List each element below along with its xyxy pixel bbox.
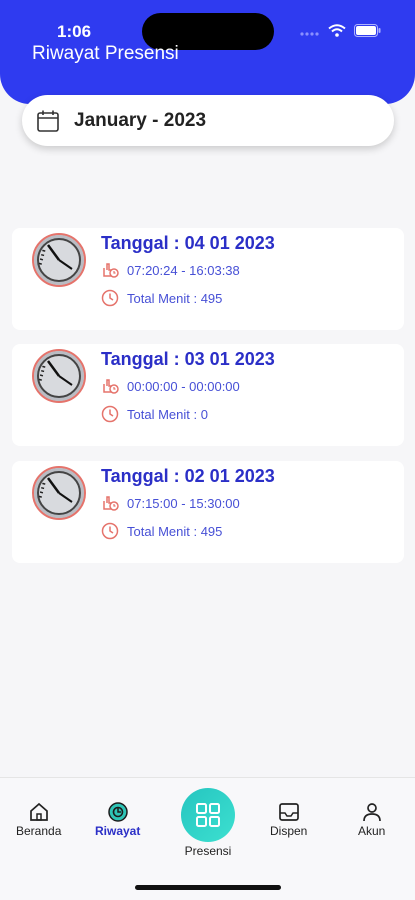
time-range: 00:00:00 - 00:00:00 [127,378,240,394]
clock-icon [101,289,119,307]
nav-label: Akun [358,824,386,838]
total-row: Total Menit : 495 [101,522,222,540]
screen: 1:06 Riwayat Presensi January - 2023 Tan… [0,0,415,900]
date-label: Tanggal : 03 01 2023 [101,349,275,369]
time-range-row: 07:20:24 - 16:03:38 [101,261,240,279]
hand-clock-icon [103,496,119,511]
month-picker[interactable]: January - 2023 [22,95,394,146]
clock-avatar [32,349,86,403]
date-label: Tanggal : 02 01 2023 [101,466,275,486]
presensi-button[interactable] [181,788,235,842]
time-range-row: 07:15:00 - 15:30:00 [101,494,240,512]
clock-photo-icon [34,351,84,401]
nav-label: Beranda [16,824,62,838]
total-row: Total Menit : 0 [101,405,208,423]
total-minutes: Total Menit : 0 [127,406,208,422]
scan-grid-icon [196,803,220,827]
clock-icon [101,405,119,423]
hand-clock-icon [103,379,119,394]
date-label: Tanggal : 04 01 2023 [101,233,275,253]
time-range: 07:15:00 - 15:30:00 [127,495,240,511]
calendar-icon [37,110,59,132]
wifi-icon [328,24,346,37]
attendance-card[interactable]: Tanggal : 02 01 2023 07:15:00 - 15:30:00… [12,461,404,563]
home-indicator [135,885,281,890]
inbox-icon [278,803,299,821]
attendance-card[interactable]: Tanggal : 04 01 2023 07:20:24 - 16:03:38… [12,228,404,330]
month-label: January - 2023 [74,109,207,131]
total-minutes: Total Menit : 495 [127,523,223,539]
nav-beranda[interactable]: Beranda [16,802,61,838]
attendance-card[interactable]: Tanggal : 03 01 2023 00:00:00 - 00:00:00… [12,344,404,446]
nav-label: Riwayat [95,824,141,838]
hand-clock-icon [103,263,119,278]
page-title: Riwayat Presensi [32,43,179,64]
home-icon [29,802,48,821]
time-range: 07:20:24 - 16:03:38 [127,262,240,278]
history-icon [107,802,128,822]
nav-akun[interactable]: Akun [358,802,385,838]
time-range-row: 00:00:00 - 00:00:00 [101,377,240,395]
total-minutes: Total Menit : 495 [127,290,223,306]
clock-photo-icon [34,235,84,285]
status-icons [300,24,381,37]
signal-icon [300,31,319,36]
presensi-label: Presensi [184,844,232,858]
clock-icon [101,522,119,540]
clock-avatar [32,233,86,287]
nav-riwayat[interactable]: Riwayat [95,802,140,838]
clock-photo-icon [34,468,84,518]
battery-icon [354,24,381,37]
bottom-nav: Beranda Riwayat Presensi Dispen Akun [0,777,415,900]
app-header: 1:06 Riwayat Presensi [0,0,415,104]
status-time: 1:06 [57,22,92,41]
clock-avatar [32,466,86,520]
total-row: Total Menit : 495 [101,289,222,307]
nav-dispen[interactable]: Dispen [270,802,307,838]
user-icon [362,803,381,822]
nav-label: Dispen [270,824,308,838]
